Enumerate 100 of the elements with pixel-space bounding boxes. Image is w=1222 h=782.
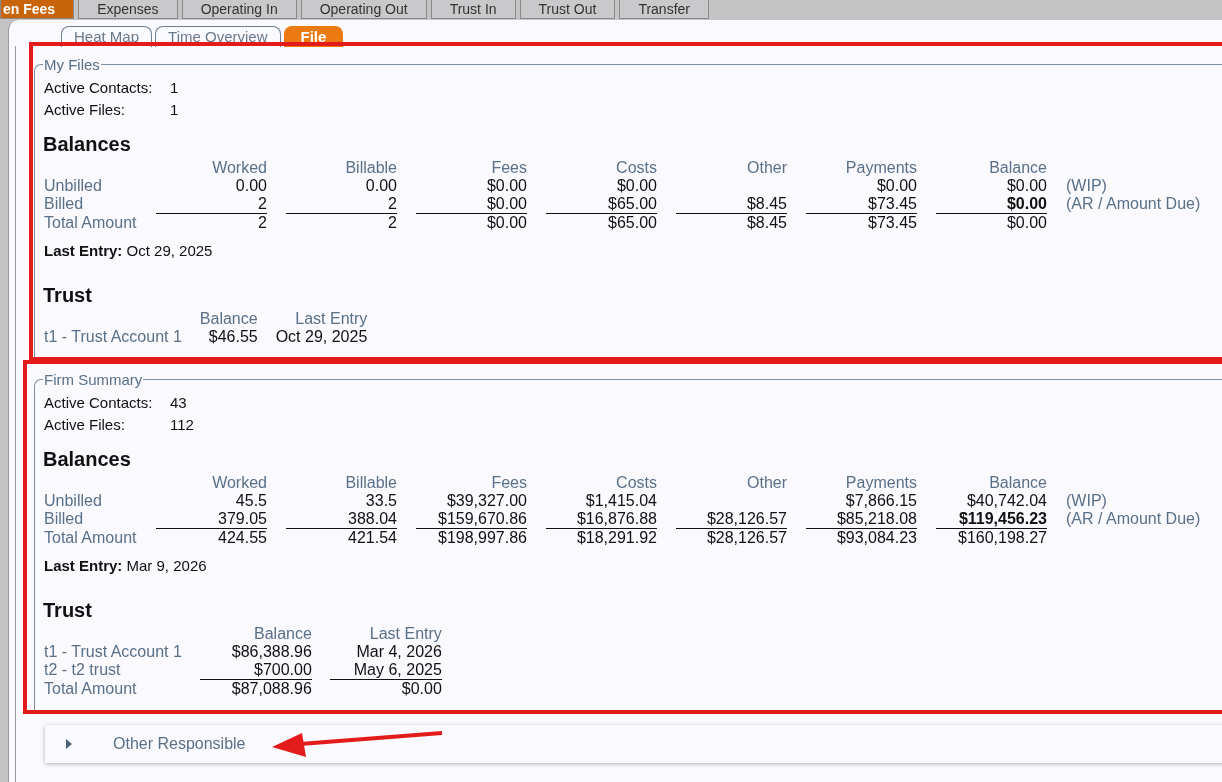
table-cell-text: 2 xyxy=(257,214,267,232)
table-cell-text: 2 xyxy=(387,214,397,232)
section-heading: Trust xyxy=(43,599,93,621)
table-cell: 388.04 xyxy=(286,510,397,529)
column-header: Payments xyxy=(844,474,917,492)
table-cell-text: 33.5 xyxy=(364,492,397,510)
column-header: Fees xyxy=(490,159,527,177)
tab[interactable]: Transfer xyxy=(619,0,709,19)
section-heading: Trust xyxy=(43,284,93,306)
stat-value: 1 xyxy=(170,101,179,119)
column-header: Billable xyxy=(344,474,397,492)
tab[interactable]: Operating In xyxy=(181,0,297,19)
column-header: Worked xyxy=(211,474,267,492)
column-header: Costs xyxy=(615,474,657,492)
column-header: Fees xyxy=(490,474,527,492)
table-cell-text: $65.00 xyxy=(607,214,657,232)
row-label: Billed xyxy=(44,510,85,529)
row-note: (AR / Amount Due) xyxy=(1066,195,1201,214)
table-cell-text: $7,866.15 xyxy=(844,492,917,510)
table-cell: $85,218.08 xyxy=(806,510,917,529)
row-note: (WIP) xyxy=(1066,492,1108,510)
table-cell-text: $198,997.86 xyxy=(437,529,527,547)
table-cell-text: $86,388.96 xyxy=(230,643,312,661)
table-cell: $700.00 xyxy=(199,661,312,680)
table-cell: $16,876.88 xyxy=(546,510,657,529)
row-note: (WIP) xyxy=(1066,177,1108,195)
table-cell-text: $73.45 xyxy=(867,214,917,232)
table-cell-text: $0.00 xyxy=(485,177,527,195)
group-title: My Files xyxy=(43,56,101,73)
table-cell: $119,456.23 xyxy=(936,510,1047,529)
table-cell-text: $0.00 xyxy=(485,214,527,232)
row-label: Unbilled xyxy=(44,177,103,195)
table-cell-text: 421.54 xyxy=(347,529,397,547)
table-cell: $73.45 xyxy=(806,195,917,214)
table-cell: $0.00 xyxy=(416,195,527,214)
column-header: Last Entry xyxy=(368,625,442,643)
table-cell: $0.00 xyxy=(936,195,1047,214)
column-header: Other xyxy=(746,474,787,492)
table-cell-text: $0.00 xyxy=(400,680,442,698)
table-cell-text: $0.00 xyxy=(1005,177,1047,195)
table-cell: 379.05 xyxy=(156,510,267,529)
stat-value: 1 xyxy=(170,79,179,97)
stat-value: 112 xyxy=(170,416,194,434)
tab[interactable]: Trust Out xyxy=(519,0,616,19)
stat-label: Active Contacts: xyxy=(44,79,154,97)
table-cell-text: 424.55 xyxy=(217,529,267,547)
table-cell-text: $0.00 xyxy=(875,177,917,195)
table-cell-text: $160,198.27 xyxy=(957,529,1047,547)
table-cell-text: $39,327.00 xyxy=(445,492,527,510)
stat-label: Active Files: xyxy=(44,416,126,434)
table-cell-text: Mar 4, 2026 xyxy=(355,643,442,661)
column-header: Payments xyxy=(844,159,917,177)
stat-label: Active Contacts: xyxy=(44,394,154,412)
table-cell-text: 0.00 xyxy=(234,177,267,195)
table-cell-text: $8.45 xyxy=(745,214,787,232)
stat-label: Active Files: xyxy=(44,101,126,119)
table-cell: $159,670.86 xyxy=(416,510,527,529)
table-cell-text: $46.55 xyxy=(207,328,258,346)
row-label: t1 - Trust Account 1 xyxy=(44,328,182,346)
table-cell: May 6, 2025 xyxy=(329,661,442,680)
section-heading: Balances xyxy=(43,448,132,470)
tab[interactable]: Expenses xyxy=(78,0,178,19)
tab[interactable]: Operating Out xyxy=(300,0,427,19)
table-cell-text: $28,126.57 xyxy=(705,529,787,547)
table-cell: 2 xyxy=(286,195,397,214)
table-cell-text: $0.00 xyxy=(615,177,657,195)
table-cell-text: 0.00 xyxy=(364,177,397,195)
row-label: Total Amount xyxy=(44,529,137,547)
table-cell-text: $0.00 xyxy=(1005,214,1047,232)
table-cell: 2 xyxy=(156,195,267,214)
column-header: Costs xyxy=(615,159,657,177)
table-cell-text: $40,742.04 xyxy=(965,492,1047,510)
row-note: (AR / Amount Due) xyxy=(1066,510,1201,529)
last-entry: Last Entry: Mar 9, 2026 xyxy=(44,557,208,575)
collapsible-header[interactable]: Other Responsible xyxy=(45,725,1222,763)
tab[interactable]: en Fees xyxy=(0,0,75,19)
column-header: Balance xyxy=(253,625,312,643)
column-header: Balance xyxy=(199,310,258,328)
table-cell-text: $18,291.92 xyxy=(575,529,657,547)
row-label: t2 - t2 trust xyxy=(44,661,122,680)
table-cell-text: $1,415.04 xyxy=(584,492,657,510)
tab[interactable]: Trust In xyxy=(430,0,516,19)
group-title: Firm Summary xyxy=(43,371,144,388)
column-header: Other xyxy=(746,159,787,177)
column-header: Billable xyxy=(344,159,397,177)
row-label: Total Amount xyxy=(44,214,137,232)
column-header: Worked xyxy=(211,159,267,177)
table-cell: $65.00 xyxy=(546,195,657,214)
table-cell-text: $87,088.96 xyxy=(230,680,312,698)
table-cell: Oct 29, 2025 xyxy=(275,328,368,346)
section-toggle[interactable]: Other Responsible xyxy=(113,735,246,753)
table-cell-text: $93,084.23 xyxy=(835,529,917,547)
column-header: Last Entry xyxy=(294,310,368,328)
table-cell-text: 45.5 xyxy=(234,492,267,510)
column-header: Balance xyxy=(988,474,1047,492)
row-label: t1 - Trust Account 1 xyxy=(44,643,182,661)
stat-value: 43 xyxy=(170,394,188,412)
section-heading: Balances xyxy=(43,133,132,155)
row-label: Billed xyxy=(44,195,85,214)
row-label: Unbilled xyxy=(44,492,103,510)
